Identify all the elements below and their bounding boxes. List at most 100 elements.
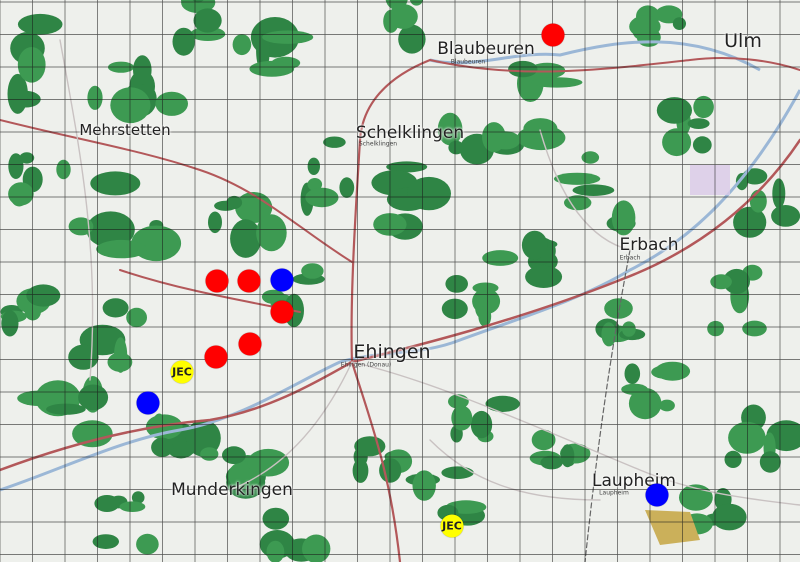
forest-patch [107,352,133,372]
place-label-munderkingen: Munderkingen [171,480,293,500]
forest-patch [581,151,600,164]
forest-patch [247,448,290,477]
forest-patch [17,390,61,406]
forest-patch [262,30,314,44]
map-marker-red[interactable] [270,300,294,324]
forest-patch [485,395,520,412]
forest-patch [749,189,767,213]
forest-patch [692,136,712,154]
place-sublabel-blaubeuren: Blaubeuren [450,58,486,66]
place-sublabel-laupheim: Laupheim [599,489,629,497]
forest-patch [728,421,766,454]
forest-patch [307,157,320,175]
forest-patch [301,263,324,279]
forest-patch [1,310,19,337]
place-sublabel-schelklingen: Schelklingen [358,140,398,148]
forest-patch [19,152,35,164]
place-label-ehingen: Ehingen [353,341,431,363]
forest-patch [622,321,636,337]
map-marker-red[interactable] [541,23,565,47]
forest-patch [601,322,617,347]
forest-patch [94,495,120,512]
forest-patch [654,361,691,381]
forest-patch [87,85,103,110]
forest-patch [656,97,693,124]
road-major [350,58,432,364]
forest-patch [398,24,426,54]
forest-patch [110,87,151,124]
forest-patch [266,540,285,562]
map-marker-jec[interactable]: JEC [440,514,464,538]
map-marker-red[interactable] [205,269,229,293]
map-marker-red[interactable] [204,345,228,369]
forest-patch [482,122,506,153]
forest-patch [222,446,246,465]
forest-patch [407,176,451,211]
map-marker-jec[interactable]: JEC [170,360,194,384]
map-marker-blue[interactable] [645,483,669,507]
map-marker-red[interactable] [237,269,261,293]
forest-patch [445,275,469,293]
map-viewport[interactable]: Blaubeuren Blaubeuren Ulm Mehrstetten Sc… [0,0,800,562]
place-label-ulm: Ulm [724,30,762,52]
forest-patch [136,533,159,555]
forest-patch [305,187,339,208]
forest-patch [78,384,109,411]
forest-patch [687,118,710,129]
forest-patch [126,307,147,328]
forest-patch [707,320,724,337]
forest-patch [724,450,742,468]
forest-patch [8,182,34,206]
forest-patch [92,534,120,549]
forest-patch [96,239,147,259]
map-marker-blue[interactable] [136,391,160,415]
forest-patch [200,447,219,461]
forest-patch [352,458,369,483]
forest-patch [478,305,492,327]
place-label-erbach: Erbach [619,235,679,255]
forest-patch [710,274,732,290]
forest-patch [772,178,786,209]
forest-patch [68,344,99,370]
forest-patch [531,77,583,88]
forest-patch [262,507,290,530]
forest-patch [572,184,615,196]
forest-patch [409,0,424,6]
forest-patch [339,177,355,198]
railway [584,249,631,562]
map-marker-blue[interactable] [270,268,294,292]
forest-patch [553,172,601,185]
forest-patch [521,230,548,260]
forest-patch [26,284,61,307]
map-grid [0,0,800,562]
forest-patch [17,13,63,35]
forest-patch [389,4,418,29]
map-marker-red[interactable] [238,332,262,356]
forest-patch [193,8,222,33]
forest-patch [628,388,662,420]
forest-patch [133,55,152,85]
place-label-mehrstetten: Mehrstetten [79,121,171,139]
forest-patch [56,159,71,180]
forest-patch [302,534,331,562]
forest-patch [46,403,86,415]
map-base-layer [0,0,800,562]
forest-patch [672,17,687,30]
forest-patch [230,219,262,258]
forest-patch [226,195,243,210]
forest-patch [624,363,641,385]
forest-patch [256,214,287,252]
forest-patch [441,466,474,480]
forest-patch [323,136,346,148]
forest-patch [659,399,675,412]
forest-patch [451,405,473,431]
forest-patch [472,282,499,294]
forest-patch [412,470,436,501]
forest-patch [611,200,636,236]
forest-patch [636,27,661,47]
forest-patch [742,320,767,337]
place-sublabel-ehingen: Ehingen (Donau) [340,361,392,369]
forest-patch [172,27,195,56]
forest-patch [540,455,563,470]
forest-patch [712,503,747,531]
